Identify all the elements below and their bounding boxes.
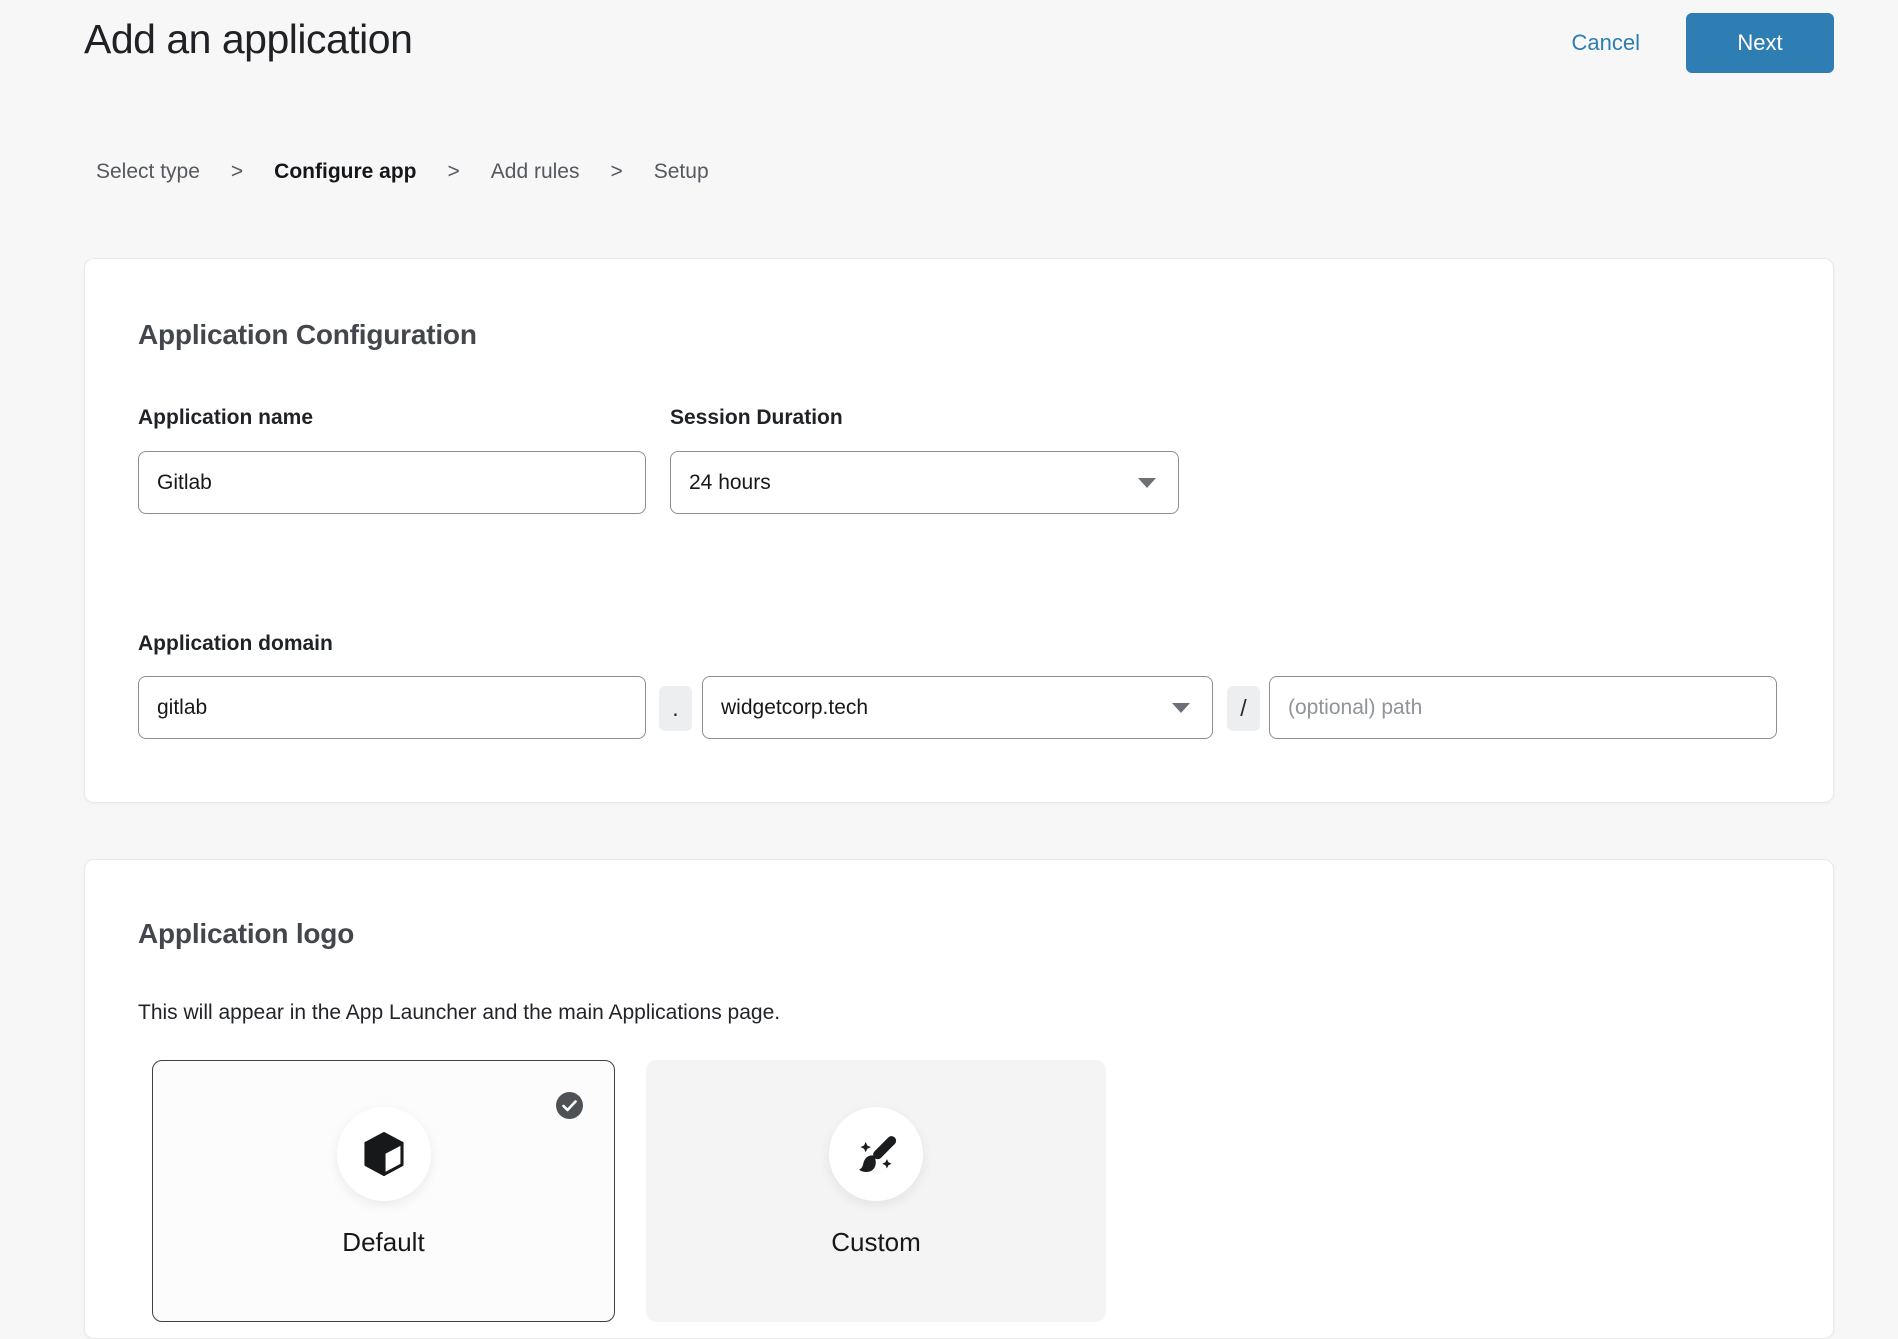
logo-option-label: Custom	[647, 1227, 1105, 1258]
cube-icon	[362, 1130, 406, 1178]
application-name-label: Application name	[138, 406, 313, 430]
cancel-button[interactable]: Cancel	[1572, 30, 1640, 56]
logo-option-label: Default	[153, 1227, 614, 1258]
selected-check-icon	[556, 1092, 583, 1119]
application-name-input[interactable]	[138, 451, 646, 514]
logo-option-custom[interactable]: Custom	[646, 1060, 1106, 1322]
breadcrumb-separator: >	[231, 160, 243, 184]
application-logo-card: Application logo This will appear in the…	[84, 859, 1834, 1339]
application-domain-label: Application domain	[138, 632, 333, 656]
logo-card-description: This will appear in the App Launcher and…	[138, 1001, 780, 1025]
domain-select-value: widgetcorp.tech	[721, 696, 868, 720]
caret-down-icon	[1172, 703, 1190, 713]
breadcrumb-step-select-type[interactable]: Select type	[96, 160, 200, 184]
domain-dot-separator: .	[659, 686, 692, 731]
path-input[interactable]	[1269, 676, 1777, 739]
domain-select[interactable]: widgetcorp.tech	[702, 676, 1213, 739]
application-configuration-card: Application Configuration Application na…	[84, 258, 1834, 803]
breadcrumb: Select type > Configure app > Add rules …	[96, 160, 709, 184]
session-duration-select[interactable]: 24 hours	[670, 451, 1179, 514]
default-logo-circle	[337, 1107, 431, 1201]
breadcrumb-step-setup[interactable]: Setup	[654, 160, 709, 184]
next-button[interactable]: Next	[1686, 13, 1834, 73]
session-duration-value: 24 hours	[689, 471, 771, 495]
session-duration-label: Session Duration	[670, 406, 843, 430]
breadcrumb-separator: >	[610, 160, 622, 184]
logo-option-default[interactable]: Default	[152, 1060, 615, 1322]
domain-slash-separator: /	[1227, 686, 1260, 731]
logo-card-title: Application logo	[138, 918, 354, 950]
page-title: Add an application	[84, 16, 412, 63]
breadcrumb-separator: >	[448, 160, 460, 184]
breadcrumb-step-configure-app[interactable]: Configure app	[274, 160, 416, 184]
configuration-card-title: Application Configuration	[138, 319, 477, 351]
subdomain-input[interactable]	[138, 676, 646, 739]
header-actions: Cancel Next	[1572, 13, 1834, 73]
caret-down-icon	[1138, 478, 1156, 488]
custom-logo-circle	[829, 1107, 923, 1201]
paintbrush-icon	[853, 1131, 899, 1177]
breadcrumb-step-add-rules[interactable]: Add rules	[491, 160, 580, 184]
